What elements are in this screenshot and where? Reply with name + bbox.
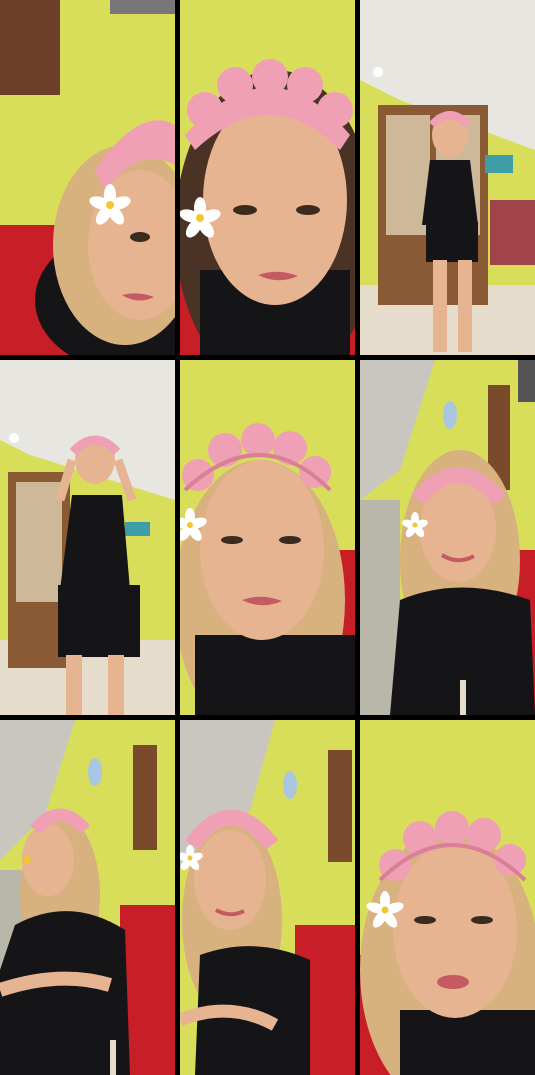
frame-2-image: [180, 0, 355, 355]
frame-9-image: [360, 720, 535, 1075]
frame-5-image: [180, 360, 355, 715]
black-shirt: [400, 1010, 535, 1075]
ceiling-light-icon: [373, 67, 383, 77]
wall-poster: [125, 522, 150, 536]
black-shorts: [58, 585, 140, 657]
shelf-clutter: [490, 200, 535, 265]
face: [200, 460, 324, 640]
frame-tile-6: [360, 360, 535, 715]
frame-tile-3: [360, 0, 535, 355]
wall-hanging-mat: [328, 750, 352, 862]
window-blind: [0, 0, 60, 95]
frame-tile-5: [180, 360, 355, 715]
wall-poster: [485, 155, 513, 173]
frame-tile-1: [0, 0, 175, 355]
frame-tile-2: [180, 0, 355, 355]
frame-tile-4: [0, 360, 175, 715]
black-shirt: [60, 495, 130, 590]
black-shirt: [422, 160, 478, 225]
frame-8-image: [180, 720, 355, 1075]
frame-3-image: [360, 0, 535, 355]
frame-tile-8: [180, 720, 355, 1075]
frame-tile-9: [360, 720, 535, 1075]
wall-plate: [443, 401, 457, 429]
lips: [437, 975, 469, 989]
black-shirt: [195, 635, 355, 715]
ceiling-light-icon: [9, 433, 19, 443]
black-shorts: [426, 222, 478, 262]
wall-hanging-mat: [133, 745, 157, 850]
picture-frame: [110, 0, 175, 14]
frame-tile-7: [0, 720, 175, 1075]
wall-plate: [283, 771, 297, 799]
wall-plate: [88, 758, 102, 786]
frame-1-image: [0, 0, 175, 355]
video-frame-grid: [0, 0, 535, 1075]
frame-7-image: [0, 720, 175, 1075]
plumeria-flower-icon: [23, 856, 31, 864]
frame-4-image: [0, 360, 175, 715]
frame-6-image: [360, 360, 535, 715]
picture-frame: [518, 360, 535, 402]
